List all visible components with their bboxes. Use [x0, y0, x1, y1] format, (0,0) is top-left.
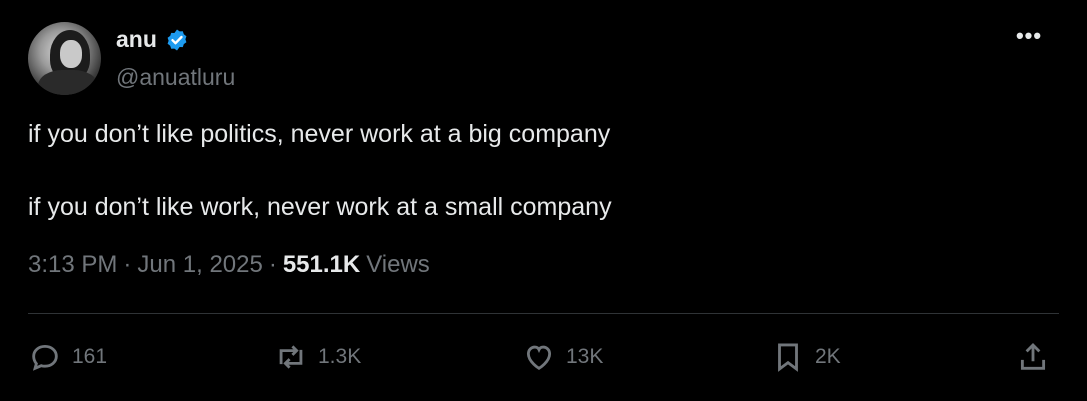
author-handle[interactable]: @anuatluru: [116, 64, 235, 91]
tweet-text-line-1: if you don’t like politics, never work a…: [28, 120, 611, 148]
avatar[interactable]: [28, 22, 101, 95]
verified-badge-icon: [167, 29, 187, 50]
meta-separator: ·: [123, 251, 132, 278]
reply-button[interactable]: 161: [28, 340, 107, 374]
tweet-card: anu @anuatluru ••• if you don’t like pol…: [0, 0, 1087, 401]
bookmark-button[interactable]: 2K: [771, 340, 841, 374]
tweet-time[interactable]: 3:13 PM: [28, 251, 117, 279]
bookmark-count: 2K: [815, 345, 841, 368]
meta-separator: ·: [268, 251, 277, 278]
divider: [28, 313, 1059, 314]
views-count[interactable]: 551.1K: [283, 251, 360, 279]
bookmark-icon: [778, 343, 798, 372]
like-button[interactable]: 13K: [522, 340, 603, 374]
repost-button[interactable]: 1.3K: [274, 340, 361, 374]
reply-icon: [32, 344, 58, 371]
share-button[interactable]: [1016, 340, 1050, 374]
avatar-face: [60, 40, 82, 68]
repost-icon: [279, 345, 303, 369]
share-icon: [1020, 342, 1046, 370]
tweet-text-line-2: if you don’t like work, never work at a …: [28, 193, 612, 221]
heart-icon: [526, 345, 552, 370]
views-label: Views: [366, 251, 430, 278]
author-name[interactable]: anu: [116, 26, 157, 53]
avatar-body: [38, 70, 98, 95]
reply-count: 161: [72, 345, 108, 368]
like-count: 13K: [566, 345, 604, 368]
tweet-meta: 3:13 PM · Jun 1, 2025 · 551.1K Views: [28, 251, 430, 279]
tweet-date[interactable]: Jun 1, 2025: [137, 251, 262, 279]
more-options-button[interactable]: •••: [1013, 22, 1045, 50]
repost-count: 1.3K: [318, 345, 362, 368]
author-name-row: anu: [116, 26, 189, 53]
